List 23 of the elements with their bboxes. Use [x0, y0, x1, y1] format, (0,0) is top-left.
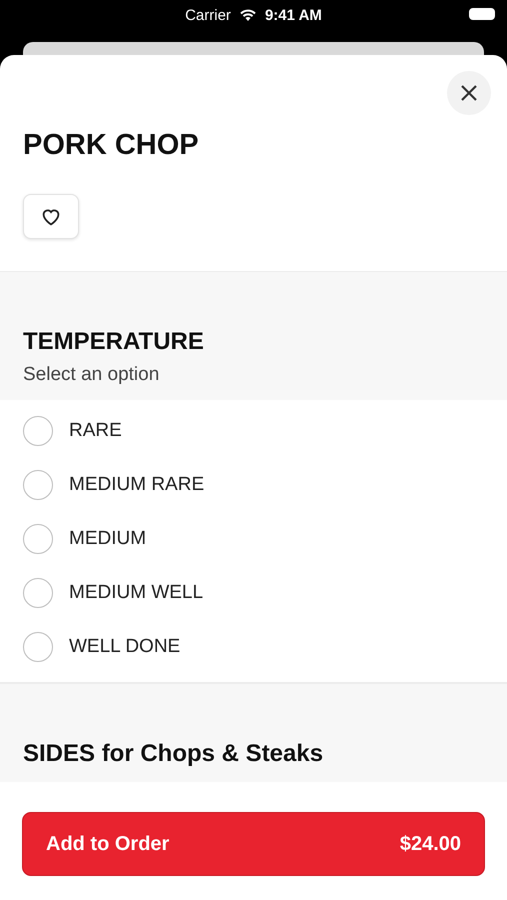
- item-title: PORK CHOP: [23, 129, 200, 162]
- carrier-label: Carrier: [185, 6, 231, 24]
- favorite-button[interactable]: [23, 194, 79, 239]
- radio-button[interactable]: [23, 578, 53, 608]
- section-title: TEMPERATURE: [23, 328, 205, 356]
- close-icon: [460, 84, 478, 102]
- section-subtitle: Select an option: [23, 364, 160, 386]
- heart-icon: [41, 208, 61, 226]
- option-label[interactable]: MEDIUM: [69, 528, 146, 550]
- close-button[interactable]: [447, 71, 491, 115]
- clock-label: 9:41 AM: [264, 6, 322, 24]
- radio-button[interactable]: [23, 524, 53, 554]
- option-label[interactable]: RARE: [69, 420, 122, 442]
- section-title: SIDES for Chops & Steaks: [23, 740, 324, 768]
- wifi-icon: [238, 8, 257, 22]
- option-label[interactable]: MEDIUM WELL: [69, 582, 204, 604]
- radio-button[interactable]: [23, 470, 53, 500]
- battery-icon: [469, 8, 495, 20]
- radio-button[interactable]: [23, 632, 53, 662]
- option-label[interactable]: WELL DONE: [69, 636, 180, 658]
- option-label[interactable]: MEDIUM RARE: [69, 474, 204, 496]
- radio-button[interactable]: [23, 416, 53, 446]
- add-to-order-button[interactable]: Add to Order $24.00: [22, 812, 485, 876]
